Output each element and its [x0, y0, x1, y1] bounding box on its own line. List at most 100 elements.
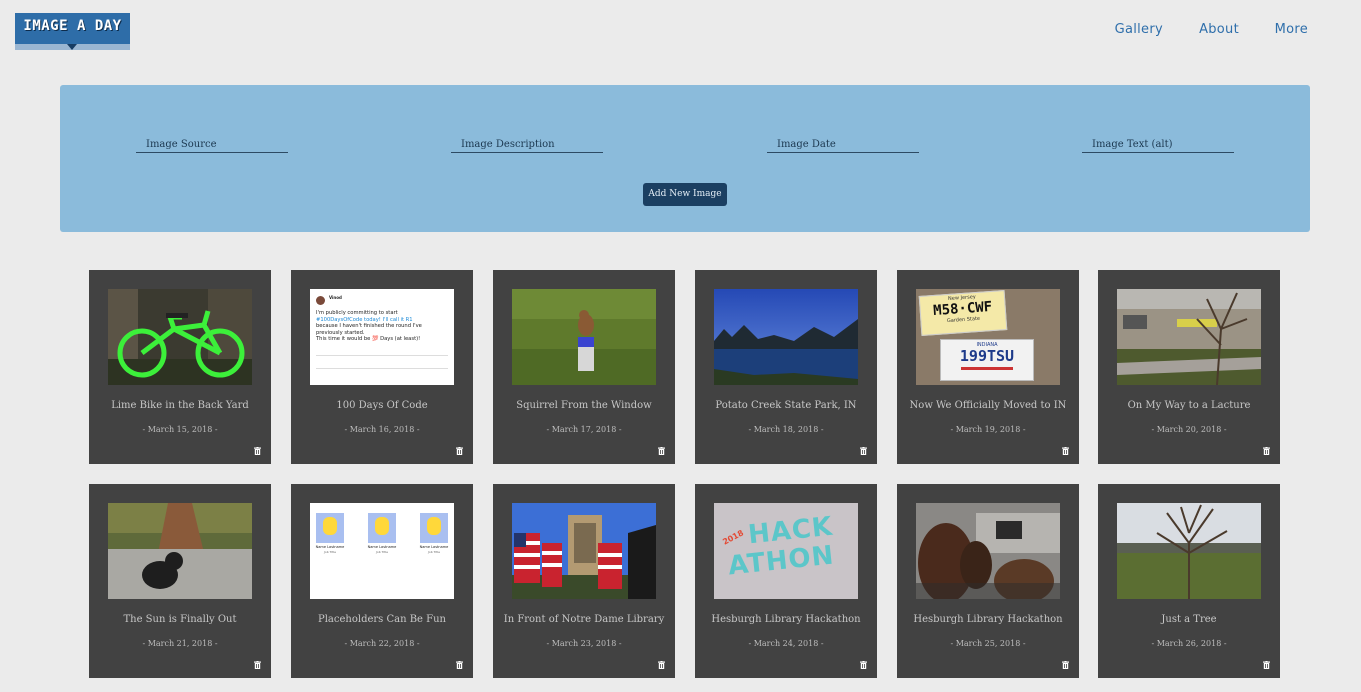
trash-icon[interactable]	[1062, 661, 1069, 669]
image-date: - March 24, 2018 -	[748, 639, 824, 648]
gallery-card[interactable]: Name Lastname Job Title Name Lastname Jo…	[291, 484, 473, 678]
logo-arrow-icon	[67, 44, 77, 50]
nav-more-link[interactable]: More	[1275, 22, 1308, 37]
trash-icon[interactable]	[658, 661, 665, 669]
image-caption: Just a Tree	[1161, 614, 1217, 625]
tweet-username: Vinod	[329, 295, 342, 300]
image-caption: 100 Days Of Code	[336, 400, 428, 411]
image-caption: On My Way to a Lacture	[1127, 400, 1251, 411]
gallery-card[interactable]: Vinod I'm publicly committing to start #…	[291, 270, 473, 464]
tweet-line: This time it would be 💯 Days (at least)!	[316, 336, 421, 343]
site-logo[interactable]: IMAGE A DAY	[15, 13, 130, 50]
image-date: - March 21, 2018 -	[142, 639, 218, 648]
gallery-card[interactable]: On My Way to a Lacture - March 20, 2018 …	[1098, 270, 1280, 464]
gallery-card[interactable]: Squirrel From the Window - March 17, 201…	[493, 270, 675, 464]
image-date: - March 26, 2018 -	[1151, 639, 1227, 648]
tweet-line: I'm publicly committing to start	[316, 310, 398, 316]
license-plate: New Jersey M58·CWF Garden State	[918, 290, 1008, 336]
gallery-image[interactable]	[916, 503, 1060, 599]
gallery-image[interactable]	[512, 503, 656, 599]
gallery-card[interactable]: Just a Tree - March 26, 2018 -	[1098, 484, 1280, 678]
add-image-form: Add New Image	[60, 85, 1310, 232]
image-caption: Hesburgh Library Hackathon	[913, 614, 1063, 625]
hackathon-year: 2018	[721, 528, 746, 547]
placeholder-face	[375, 517, 389, 535]
gallery-card[interactable]: New Jersey M58·CWF Garden State INDIANA …	[897, 270, 1079, 464]
image-source-field	[136, 135, 288, 153]
gallery-card[interactable]: The Sun is Finally Out - March 21, 2018 …	[89, 484, 271, 678]
placeholder-title: Job Title	[375, 550, 388, 554]
divider	[316, 368, 448, 369]
image-caption: Placeholders Can Be Fun	[318, 614, 446, 625]
gallery-card[interactable]: 2018 HACK ATHON Hesburgh Library Hackath…	[695, 484, 877, 678]
image-date: - March 16, 2018 -	[344, 425, 420, 434]
trash-icon[interactable]	[860, 447, 867, 455]
gallery-image[interactable]	[108, 289, 252, 385]
license-plate: INDIANA 199TSU	[940, 339, 1034, 381]
trash-icon[interactable]	[860, 661, 867, 669]
placeholder-title: Job Title	[323, 550, 336, 554]
placeholder-name: Name Lastname	[315, 545, 345, 549]
image-description-field	[451, 135, 603, 153]
gallery-image[interactable]	[1117, 503, 1261, 599]
image-date-input[interactable]	[777, 137, 917, 151]
image-source-input[interactable]	[146, 137, 286, 151]
avatar	[316, 296, 325, 305]
plate-stripe	[961, 367, 1013, 370]
gallery-card[interactable]: Lime Bike in the Back Yard - March 15, 2…	[89, 270, 271, 464]
gallery-image[interactable]: Name Lastname Job Title Name Lastname Jo…	[310, 503, 454, 599]
trash-icon[interactable]	[456, 447, 463, 455]
image-date: - March 19, 2018 -	[950, 425, 1026, 434]
trash-icon[interactable]	[456, 661, 463, 669]
trash-icon[interactable]	[658, 447, 665, 455]
placeholder-avatar	[316, 513, 344, 543]
add-new-image-button[interactable]: Add New Image	[643, 183, 727, 206]
image-description-input[interactable]	[461, 137, 601, 151]
hackathon-title: ATHON	[726, 540, 836, 582]
image-caption: In Front of Notre Dame Library	[503, 614, 665, 625]
image-date: - March 18, 2018 -	[748, 425, 824, 434]
image-caption: The Sun is Finally Out	[123, 614, 237, 625]
gallery-image[interactable]: New Jersey M58·CWF Garden State INDIANA …	[916, 289, 1060, 385]
tweet-line: #100DaysOfCode today! I'll call it R1	[316, 316, 413, 323]
trash-icon[interactable]	[1263, 447, 1270, 455]
image-caption: Now We Officially Moved to IN	[909, 400, 1067, 411]
plate-number: 199TSU	[959, 347, 1015, 365]
tweet-text: I'm publicly committing to start #100Day…	[316, 310, 450, 343]
gallery-image[interactable]	[512, 289, 656, 385]
placeholder-avatar	[420, 513, 448, 543]
placeholder-name: Name Lastname	[419, 545, 449, 549]
image-date: - March 22, 2018 -	[344, 639, 420, 648]
image-alt-text-field	[1082, 135, 1234, 153]
gallery-image[interactable]	[108, 503, 252, 599]
image-caption: Lime Bike in the Back Yard	[111, 400, 249, 411]
image-date: - March 25, 2018 -	[950, 639, 1026, 648]
image-caption: Squirrel From the Window	[516, 400, 652, 411]
placeholder-face	[323, 517, 337, 535]
placeholder-avatar	[368, 513, 396, 543]
image-date: - March 15, 2018 -	[142, 425, 218, 434]
nav-gallery-link[interactable]: Gallery	[1115, 22, 1163, 37]
trash-icon[interactable]	[1062, 447, 1069, 455]
gallery-image[interactable]	[714, 289, 858, 385]
image-caption: Potato Creek State Park, IN	[715, 400, 857, 411]
image-alt-text-input[interactable]	[1092, 137, 1232, 151]
image-date: - March 20, 2018 -	[1151, 425, 1227, 434]
gallery-card[interactable]: In Front of Notre Dame Library - March 2…	[493, 484, 675, 678]
gallery-card[interactable]: Potato Creek State Park, IN - March 18, …	[695, 270, 877, 464]
divider	[316, 355, 448, 356]
gallery-image[interactable]	[1117, 289, 1261, 385]
logo-text: IMAGE A DAY	[23, 18, 122, 34]
image-date-field	[767, 135, 919, 153]
nav-about-link[interactable]: About	[1199, 22, 1239, 37]
image-date: - March 17, 2018 -	[546, 425, 622, 434]
image-caption: Hesburgh Library Hackathon	[711, 614, 861, 625]
gallery-card[interactable]: Hesburgh Library Hackathon - March 25, 2…	[897, 484, 1079, 678]
gallery-image[interactable]: 2018 HACK ATHON	[714, 503, 858, 599]
image-date: - March 23, 2018 -	[546, 639, 622, 648]
trash-icon[interactable]	[1263, 661, 1270, 669]
trash-icon[interactable]	[254, 447, 261, 455]
placeholder-name: Name Lastname	[367, 545, 397, 549]
trash-icon[interactable]	[254, 661, 261, 669]
gallery-image[interactable]: Vinod I'm publicly committing to start #…	[310, 289, 454, 385]
